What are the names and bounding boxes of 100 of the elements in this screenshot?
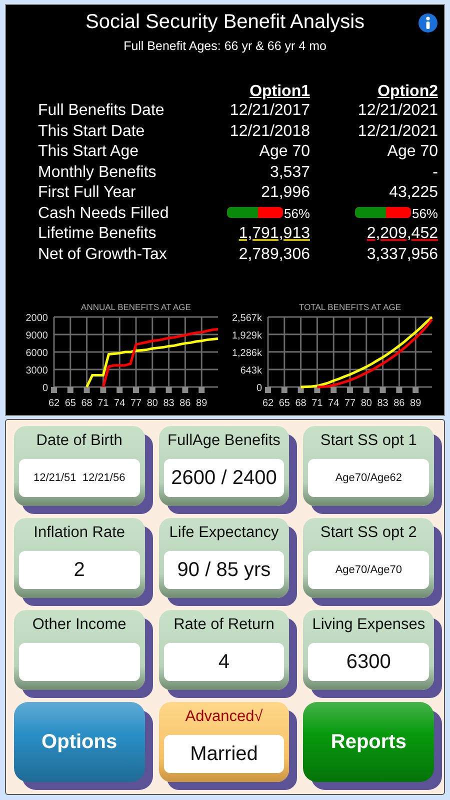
chart-title: ANNUAL BENEFITS AT AGE (81, 302, 191, 312)
y-tick-label: 0 (256, 383, 262, 394)
row-label: This Start Age (38, 142, 140, 162)
y-tick-label: 2,567k (232, 313, 262, 324)
x-tick-label: 71 (98, 398, 109, 409)
y-tick-label: 1,286k (232, 348, 262, 359)
x-tick-label: 65 (278, 398, 290, 409)
app-title: Social Security Benefit Analysis (85, 11, 365, 34)
tile-label: Rate of Return (174, 616, 274, 634)
input-field[interactable]: 4 (164, 643, 284, 681)
x-tick-label: 77 (130, 398, 142, 409)
table-value: 2,209,452 (366, 224, 438, 244)
row-label: Net of Growth-Tax (38, 244, 168, 264)
x-tick-mark (363, 387, 370, 393)
table-value: Age 70 (258, 142, 310, 162)
y-tick-label: 2000 (26, 313, 48, 324)
x-tick-label: 89 (196, 398, 208, 409)
tile-label: Inflation Rate (34, 524, 125, 542)
y-tick-label: 3000 (26, 366, 48, 376)
x-tick-mark (166, 387, 172, 393)
tile-label: Start SS opt 2 (320, 524, 417, 542)
table-value: 43,225 (388, 183, 438, 203)
table-value: 2,789,306 (238, 244, 310, 264)
action-button[interactable]: Options (14, 702, 145, 782)
input-field[interactable]: Age70/Age70 (308, 551, 429, 589)
x-tick-label: 86 (394, 398, 405, 409)
x-tick-mark (116, 387, 123, 393)
x-tick-label: 80 (146, 398, 158, 409)
x-tick-mark (182, 387, 188, 393)
chart-title: TOTAL BENEFITS AT AGE (298, 302, 402, 312)
table-value: 3,537 (268, 162, 310, 182)
y-tick-label: 9000 (26, 330, 48, 342)
x-tick-label: 83 (163, 398, 174, 409)
x-tick-mark (265, 387, 271, 393)
input-tile[interactable]: Rate of Return 4 (158, 610, 290, 690)
x-tick-label: 62 (262, 398, 274, 409)
x-tick-label: 86 (180, 398, 191, 409)
row-label: Cash Needs Filled (38, 204, 170, 224)
status-field[interactable]: Married (164, 735, 284, 773)
subtitle: Full Benefit Ages: 66 yr & 66 yr 4 mo (122, 39, 328, 53)
input-tile[interactable]: Other Income (14, 610, 145, 690)
x-tick-label: 62 (48, 398, 60, 409)
input-tile[interactable]: FullAge Benefits 2600 / 2400 (158, 426, 290, 506)
input-field[interactable]: 12/21/51 12/21/56 (19, 459, 140, 497)
table-value: 1,791,913 (238, 224, 310, 244)
tile-label: Start SS opt 1 (320, 432, 417, 450)
choice-tile[interactable]: Advanced√ Married (158, 702, 290, 782)
x-tick-label: 68 (295, 398, 306, 409)
y-tick-label: 1,929k (232, 330, 262, 342)
input-field[interactable] (19, 643, 140, 681)
tile-label: Living Expenses (312, 616, 426, 634)
x-tick-mark (380, 387, 386, 393)
input-field[interactable]: 90 / 85 yrs (164, 551, 284, 589)
x-tick-mark (100, 387, 106, 393)
info-icon[interactable] (418, 13, 438, 33)
input-tile[interactable]: Life Expectancy 90 / 85 yrs (158, 518, 290, 598)
tile-label: Advanced√ (185, 708, 263, 726)
input-field[interactable]: 2 (19, 551, 140, 589)
table-value: 3,337,956 (366, 244, 438, 264)
column-header: Option1 (248, 83, 310, 101)
x-tick-mark (51, 387, 57, 393)
input-field[interactable]: Age70/Age62 (308, 459, 429, 497)
x-tick-mark (133, 387, 139, 393)
x-tick-label: 74 (328, 398, 340, 409)
input-tile[interactable]: Living Expenses 6300 (303, 610, 434, 690)
table-value: - (432, 162, 438, 182)
y-tick-label: 0 (42, 383, 48, 394)
row-label: This Start Date (38, 122, 146, 142)
row-label: First Full Year (38, 183, 137, 203)
row-label: Lifetime Benefits (38, 224, 158, 244)
tile-label: FullAge Benefits (168, 432, 280, 450)
table-value: 12/21/2017 (228, 101, 310, 121)
table-value: 12/21/2021 (356, 101, 438, 121)
x-tick-mark (67, 387, 74, 393)
input-tile[interactable]: Start SS opt 1 Age70/Age62 (303, 426, 434, 506)
y-tick-label: 6000 (26, 348, 48, 359)
x-tick-mark (298, 387, 304, 393)
meter-reading: 56% (412, 206, 438, 221)
row-label: Full Benefits Date (38, 101, 166, 121)
input-field[interactable]: 6300 (308, 643, 429, 681)
input-tile[interactable]: Start SS opt 2 Age70/Age70 (303, 518, 434, 598)
table-value: 12/21/2018 (228, 122, 310, 142)
x-tick-mark (198, 387, 205, 393)
x-tick-label: 74 (114, 398, 126, 409)
x-tick-mark (347, 387, 353, 393)
x-tick-label: 68 (81, 398, 92, 409)
input-tile[interactable]: Date of Birth 12/21/51 12/21/56 (14, 426, 145, 506)
meter-reading: 56% (284, 206, 310, 221)
x-tick-mark (149, 387, 156, 393)
tile-label: Date of Birth (36, 432, 122, 450)
x-tick-mark (281, 387, 288, 393)
table-value: 12/21/2021 (356, 122, 438, 142)
input-tile[interactable]: Inflation Rate 2 (14, 518, 145, 598)
input-field[interactable]: 2600 / 2400 (164, 459, 284, 497)
x-tick-label: 65 (64, 398, 76, 409)
action-button[interactable]: Reports (303, 702, 434, 782)
table-value: 21,996 (260, 183, 310, 203)
tile-label: Life Expectancy (169, 524, 279, 542)
x-tick-label: 83 (377, 398, 388, 409)
x-tick-mark (396, 387, 402, 393)
